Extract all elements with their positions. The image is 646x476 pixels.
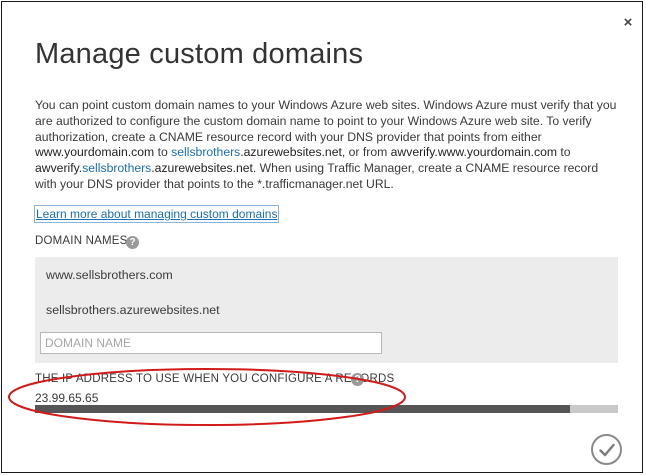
confirm-button[interactable] <box>591 434 622 465</box>
question-mark-icon[interactable]: ? <box>351 373 364 386</box>
domain-suffix: .azurewebsites.net <box>240 145 342 160</box>
domain-input-row <box>35 326 618 363</box>
description-part: You can point custom domain names to you… <box>35 98 617 144</box>
manage-custom-domains-dialog: × Manage custom domains You can point cu… <box>1 1 643 473</box>
ip-address-label: THE IP ADDRESS TO USE WHEN YOU CONFIGURE… <box>35 373 395 385</box>
site-name-link[interactable]: sellsbrothers <box>171 145 240 159</box>
domain-suffix: .azurewebsites.net <box>151 161 253 176</box>
close-icon[interactable]: × <box>621 14 635 32</box>
progress-fill <box>35 405 571 413</box>
domain-names-label: DOMAIN NAMES <box>35 235 128 247</box>
domain-name-input[interactable] <box>40 332 382 354</box>
learn-more-link[interactable]: Learn more about managing custom domains <box>34 205 280 223</box>
description-part: to <box>557 145 571 160</box>
checkmark-icon <box>599 443 615 457</box>
dialog-title: Manage custom domains <box>35 38 364 70</box>
progress-bar <box>35 405 618 413</box>
domain-example: www.yourdomain.com <box>35 145 155 160</box>
description-part: , or from <box>341 145 391 160</box>
domain-example: awverify.www.yourdomain.com <box>390 145 558 160</box>
ip-address-value: 23.99.65.65 <box>35 391 99 405</box>
question-mark-icon[interactable]: ? <box>126 236 139 249</box>
domain-prefix: awverify. <box>35 161 83 176</box>
site-name-link[interactable]: sellsbrothers <box>82 161 151 175</box>
description-part: to <box>154 145 172 160</box>
domain-row: www.sellsbrothers.com <box>35 257 618 293</box>
domain-row: sellsbrothers.azurewebsites.net <box>35 292 618 328</box>
description-text: You can point custom domain names to you… <box>35 98 620 193</box>
